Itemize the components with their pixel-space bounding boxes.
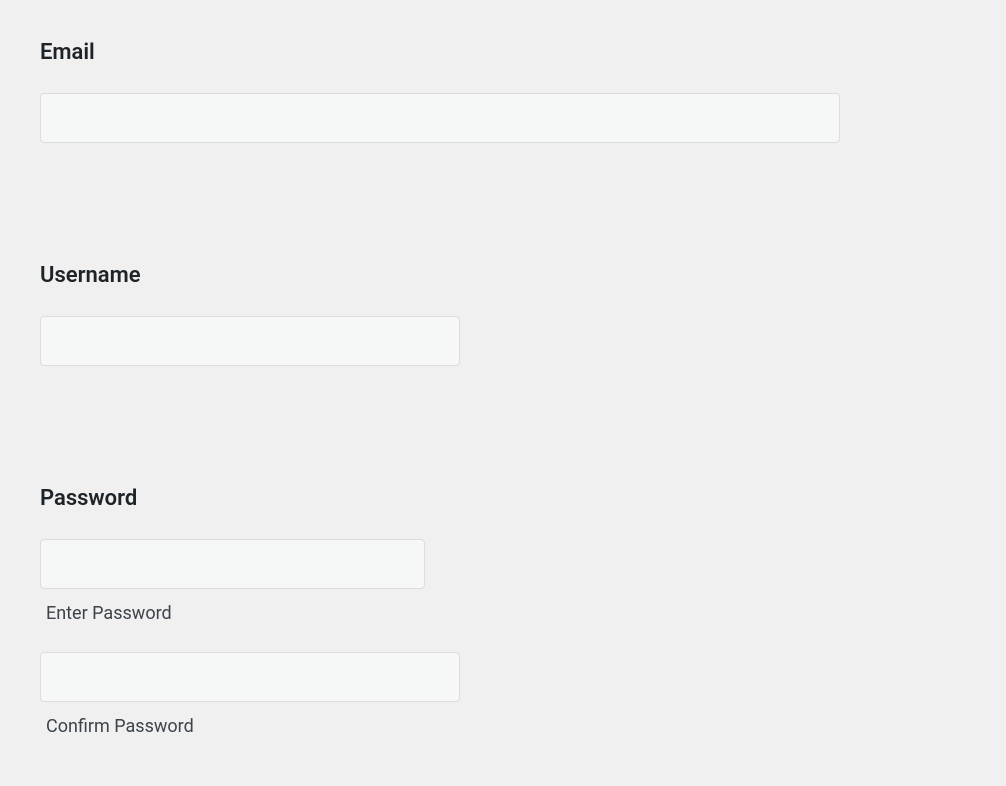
password-input[interactable] [40, 539, 425, 589]
username-input[interactable] [40, 316, 460, 366]
confirm-password-input[interactable] [40, 652, 460, 702]
password-field-group: Password Enter Password Confirm Password [40, 486, 966, 737]
enter-password-block: Enter Password [40, 539, 966, 624]
email-label: Email [40, 40, 966, 65]
confirm-password-block: Confirm Password [40, 652, 966, 737]
username-field-group: Username [40, 263, 966, 366]
password-label: Password [40, 486, 966, 511]
confirm-password-sublabel: Confirm Password [46, 716, 966, 737]
username-label: Username [40, 263, 966, 288]
email-input[interactable] [40, 93, 840, 143]
enter-password-sublabel: Enter Password [46, 603, 966, 624]
email-field-group: Email [40, 40, 966, 143]
